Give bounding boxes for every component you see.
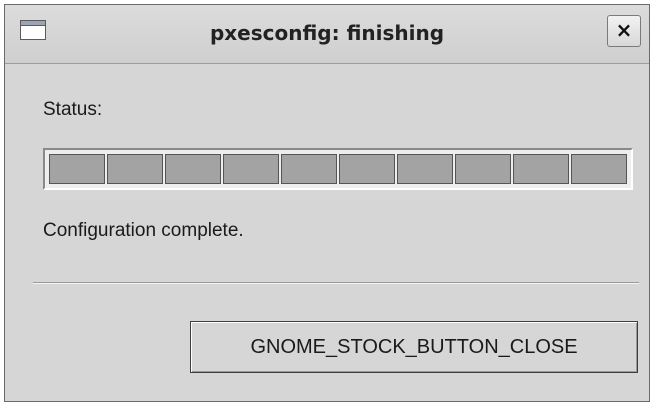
- dialog-window: pxesconfig: finishing × Status: Configur…: [4, 4, 650, 402]
- progress-block: [49, 154, 105, 184]
- close-button-label: GNOME_STOCK_BUTTON_CLOSE: [250, 335, 578, 358]
- progress-fill: [49, 154, 627, 184]
- window-title: pxesconfig: finishing: [209, 21, 445, 45]
- progress-bar: [43, 148, 633, 190]
- progress-block: [107, 154, 163, 184]
- close-window-button[interactable]: ×: [607, 15, 641, 47]
- separator: [33, 282, 639, 284]
- progress-block: [223, 154, 279, 184]
- status-label: Status:: [43, 99, 103, 120]
- progress-block: [397, 154, 453, 184]
- title-bar[interactable]: pxesconfig: finishing ×: [5, 5, 649, 64]
- progress-block: [339, 154, 395, 184]
- progress-block: [513, 154, 569, 184]
- progress-block: [165, 154, 221, 184]
- progress-block: [571, 154, 627, 184]
- close-button[interactable]: GNOME_STOCK_BUTTON_CLOSE: [190, 321, 638, 373]
- progress-block: [455, 154, 511, 184]
- progress-block: [281, 154, 337, 184]
- close-icon: ×: [615, 18, 633, 42]
- status-message: Configuration complete.: [43, 220, 244, 241]
